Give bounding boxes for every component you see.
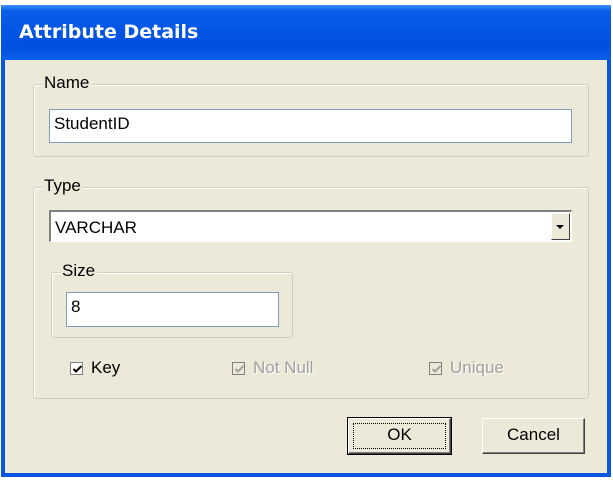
name-groupbox: Name StudentID — [33, 73, 589, 157]
cancel-button[interactable]: Cancel — [482, 418, 585, 454]
not-null-checkbox-box — [232, 361, 245, 375]
chevron-down-icon — [556, 225, 564, 229]
not-null-checkbox: Not Null — [232, 358, 313, 378]
size-input-value: 8 — [71, 297, 81, 316]
key-checkbox-box[interactable] — [70, 361, 83, 375]
checkmark-icon — [234, 364, 245, 373]
window-title: Attribute Details — [19, 21, 199, 43]
checkmark-icon — [431, 364, 442, 373]
key-checkbox-label: Key — [91, 358, 121, 377]
checkmark-icon — [72, 364, 83, 373]
size-input[interactable]: 8 — [66, 292, 279, 327]
attribute-details-dialog: Attribute Details Name StudentID Type VA… — [1, 5, 611, 477]
key-checkbox[interactable]: Key — [70, 358, 120, 378]
name-input[interactable]: StudentID — [49, 109, 572, 143]
focus-rect — [353, 423, 446, 449]
cancel-button-label: Cancel — [507, 425, 560, 444]
type-dropdown-button[interactable] — [551, 213, 570, 240]
not-null-checkbox-label: Not Null — [253, 358, 314, 377]
type-group-label: Type — [42, 176, 83, 196]
name-input-value: StudentID — [54, 114, 130, 133]
size-group-label: Size — [60, 261, 98, 281]
unique-checkbox-box — [429, 361, 442, 375]
size-groupbox: Size 8 — [51, 261, 293, 338]
unique-checkbox: Unique — [429, 358, 504, 378]
type-groupbox: Type VARCHAR Size 8 Key Not Null Unique — [33, 176, 589, 399]
ok-button[interactable]: OK — [347, 417, 452, 455]
type-select[interactable]: VARCHAR — [49, 210, 572, 242]
title-bar[interactable]: Attribute Details — [1, 5, 611, 60]
name-group-label: Name — [42, 73, 92, 93]
unique-checkbox-label: Unique — [450, 358, 504, 377]
type-select-value: VARCHAR — [55, 218, 137, 237]
